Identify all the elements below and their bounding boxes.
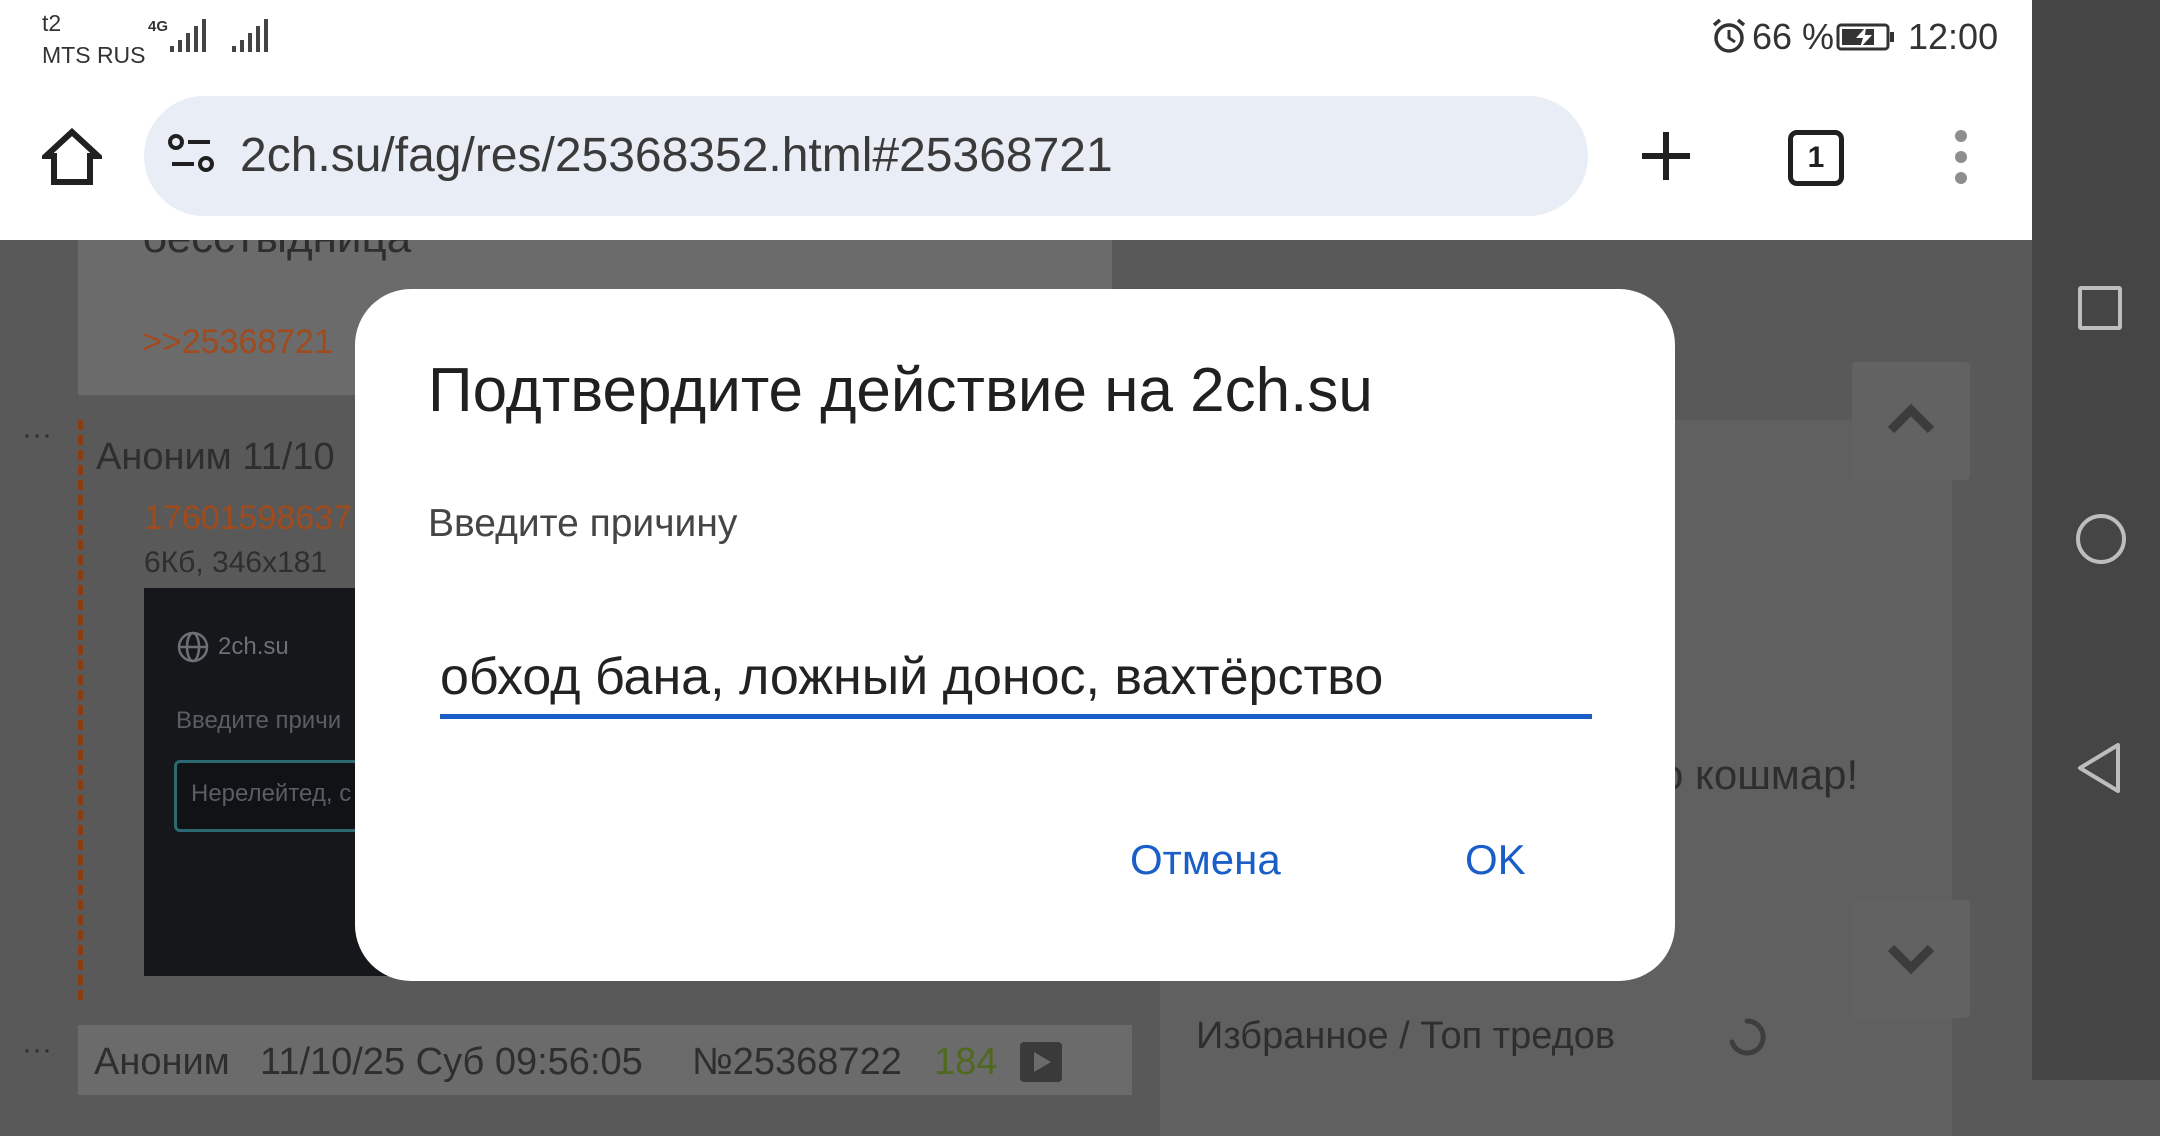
dialog-message: Введите причину bbox=[428, 502, 738, 545]
recents-icon[interactable] bbox=[2078, 286, 2122, 330]
signal-icon bbox=[170, 19, 206, 52]
post-header: Аноним 11/10 bbox=[96, 436, 335, 478]
scroll-up-button[interactable] bbox=[1852, 362, 1970, 480]
clock: 12:00 bbox=[1908, 16, 1999, 57]
menu-dot bbox=[1955, 130, 1967, 142]
battery-charging-icon bbox=[1836, 23, 1894, 51]
thumb-prompt: Введите причи bbox=[176, 707, 342, 734]
tab-switcher-icon[interactable]: 1 bbox=[1788, 130, 1844, 186]
play-icon[interactable] bbox=[1020, 1042, 1062, 1082]
site-settings-icon[interactable] bbox=[168, 134, 216, 178]
post-author: Аноним bbox=[94, 1041, 230, 1083]
system-nav-bar bbox=[2032, 0, 2160, 1080]
tab-count: 1 bbox=[1807, 141, 1825, 174]
chevron-up-icon bbox=[1887, 403, 1935, 434]
alarm-icon bbox=[1712, 18, 1746, 53]
reason-input[interactable] bbox=[440, 640, 1592, 719]
refresh-icon[interactable] bbox=[1726, 1016, 1768, 1058]
post-datetime: 11/10/25 Суб 09:56:05 bbox=[260, 1041, 643, 1083]
side-text: о кошмар! bbox=[1660, 751, 1859, 798]
more-menu-icon[interactable]: ··· bbox=[22, 420, 52, 450]
battery-percent: 66 % bbox=[1752, 16, 1835, 57]
ok-button[interactable]: OK bbox=[1465, 830, 1526, 890]
more-menu-icon[interactable]: ··· bbox=[22, 1035, 52, 1065]
chevron-down-icon bbox=[1887, 944, 1935, 975]
url-text[interactable]: 2ch.su/fag/res/25368352.html#25368721 bbox=[240, 132, 1113, 180]
cancel-button[interactable]: Отмена bbox=[1130, 830, 1281, 890]
menu-dot bbox=[1955, 151, 1967, 163]
globe-icon bbox=[177, 631, 209, 663]
carrier-primary: t2 bbox=[42, 10, 62, 36]
scroll-down-button[interactable] bbox=[1852, 900, 1970, 1018]
menu-dot bbox=[1955, 172, 1967, 184]
file-name-link[interactable]: 17601598637 bbox=[144, 498, 352, 538]
file-meta: 6Кб, 346x181 bbox=[144, 546, 328, 579]
post-number[interactable]: №25368722 bbox=[692, 1040, 902, 1084]
play-triangle-icon bbox=[1034, 1052, 1051, 1072]
dialog-title: Подтвердите действие на 2ch.su bbox=[428, 356, 1373, 425]
overflow-menu-icon[interactable] bbox=[1950, 130, 1972, 184]
carrier-secondary: MTS RUS bbox=[42, 42, 146, 68]
home-icon[interactable] bbox=[42, 128, 102, 186]
thumb-input-text: Нерелейтед, с bbox=[191, 780, 352, 807]
status-bar: t2 MTS RUS 4G 66 % 12:00 bbox=[0, 0, 2032, 96]
network-type: 4G bbox=[148, 18, 169, 35]
signal-icon bbox=[232, 19, 268, 52]
reply-link[interactable]: >>25368721 bbox=[142, 322, 333, 362]
back-icon[interactable] bbox=[2076, 741, 2122, 795]
thumb-site-label: 2ch.su bbox=[218, 633, 289, 660]
post-highlight-border bbox=[78, 420, 83, 1000]
new-tab-icon[interactable] bbox=[1640, 130, 1692, 182]
reply-count: 184 bbox=[934, 1041, 998, 1083]
sidebar-title[interactable]: Избранное / Топ тредов bbox=[1196, 1012, 1615, 1060]
home-circle-icon[interactable] bbox=[2076, 514, 2126, 564]
